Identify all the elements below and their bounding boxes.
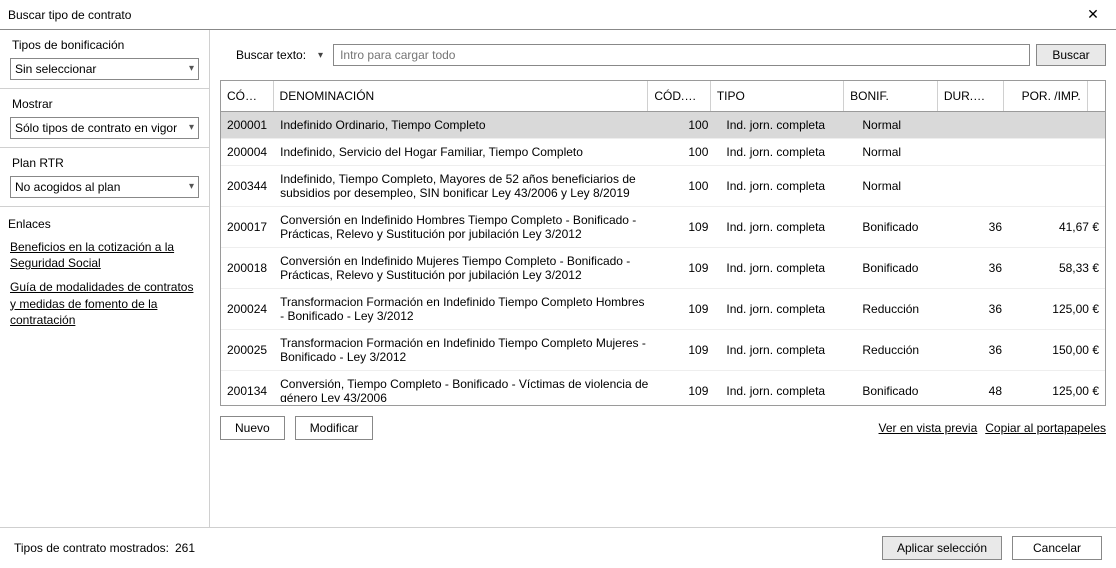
modificar-button[interactable]: Modificar (295, 416, 374, 440)
nuevo-button[interactable]: Nuevo (220, 416, 285, 440)
col-codigo[interactable]: CÓDI... (221, 81, 273, 112)
plan-select[interactable]: No acogidos al plan ▾ (10, 176, 199, 198)
table-body[interactable]: 200001Indefinido Ordinario, Tiempo Compl… (221, 112, 1105, 402)
cancel-button[interactable]: Cancelar (1012, 536, 1102, 560)
table-row[interactable]: 200024Transformacion Formación en Indefi… (221, 289, 1105, 330)
chevron-down-icon: ▾ (189, 118, 194, 138)
search-mode-dropdown[interactable]: ▾ (314, 50, 327, 61)
col-imp[interactable]: POR. /IMP. (1004, 81, 1087, 112)
table-row[interactable]: 200344Indefinido, Tiempo Completo, Mayor… (221, 166, 1105, 207)
table-row[interactable]: 200018Conversión en Indefinido Mujeres T… (221, 248, 1105, 289)
status-count: 261 (175, 541, 195, 555)
mostrar-select[interactable]: Sólo tipos de contrato en vigor ▾ (10, 117, 199, 139)
search-input[interactable] (333, 44, 1030, 66)
vista-previa-link[interactable]: Ver en vista previa (879, 421, 978, 435)
bonif-select[interactable]: Sin seleccionar ▾ (10, 58, 199, 80)
sidebar: Tipos de bonificación Sin seleccionar ▾ … (0, 30, 210, 527)
plan-select-value: No acogidos al plan (15, 177, 120, 197)
search-button[interactable]: Buscar (1036, 44, 1106, 66)
window-title: Buscar tipo de contrato (8, 8, 1078, 22)
table-row[interactable]: 200017Conversión en Indefinido Hombres T… (221, 207, 1105, 248)
results-table: CÓDI... DENOMINACIÓN CÓD.O... TIPO BONIF… (220, 80, 1106, 406)
col-denominacion[interactable]: DENOMINACIÓN (273, 81, 648, 112)
copiar-link[interactable]: Copiar al portapapeles (985, 421, 1106, 435)
table-header-row: CÓDI... DENOMINACIÓN CÓD.O... TIPO BONIF… (221, 81, 1105, 112)
bonif-select-value: Sin seleccionar (15, 59, 96, 79)
close-icon[interactable]: ✕ (1078, 6, 1108, 23)
bonif-heading: Tipos de bonificación (12, 38, 199, 52)
enlaces-heading: Enlaces (8, 217, 199, 231)
title-bar: Buscar tipo de contrato ✕ (0, 0, 1116, 30)
status-label: Tipos de contrato mostrados: (14, 541, 169, 555)
chevron-down-icon: ▾ (189, 177, 194, 197)
mostrar-heading: Mostrar (12, 97, 199, 111)
table-row[interactable]: 200004Indefinido, Servicio del Hogar Fam… (221, 139, 1105, 166)
table-row[interactable]: 200025Transformacion Formación en Indefi… (221, 330, 1105, 371)
col-bonif[interactable]: BONIF. (844, 81, 938, 112)
footer: Tipos de contrato mostrados: 261 Aplicar… (0, 527, 1116, 568)
chevron-down-icon: ▾ (189, 59, 194, 79)
link-beneficios[interactable]: Beneficios en la cotización a la Segurid… (10, 239, 199, 271)
col-dur[interactable]: DUR.(M... (937, 81, 1004, 112)
plan-heading: Plan RTR (12, 156, 199, 170)
table-row[interactable]: 200001Indefinido Ordinario, Tiempo Compl… (221, 112, 1105, 139)
apply-button[interactable]: Aplicar selección (882, 536, 1002, 560)
link-guia[interactable]: Guía de modalidades de contratos y medid… (10, 279, 199, 328)
col-cod-o[interactable]: CÓD.O... (648, 81, 710, 112)
mostrar-select-value: Sólo tipos de contrato en vigor (15, 118, 177, 138)
col-tipo[interactable]: TIPO (710, 81, 843, 112)
search-label: Buscar texto: (236, 48, 306, 62)
table-row[interactable]: 200134Conversión, Tiempo Completo - Boni… (221, 371, 1105, 402)
main-panel: Buscar texto: ▾ Buscar CÓDI... DENOMINAC… (210, 30, 1116, 527)
